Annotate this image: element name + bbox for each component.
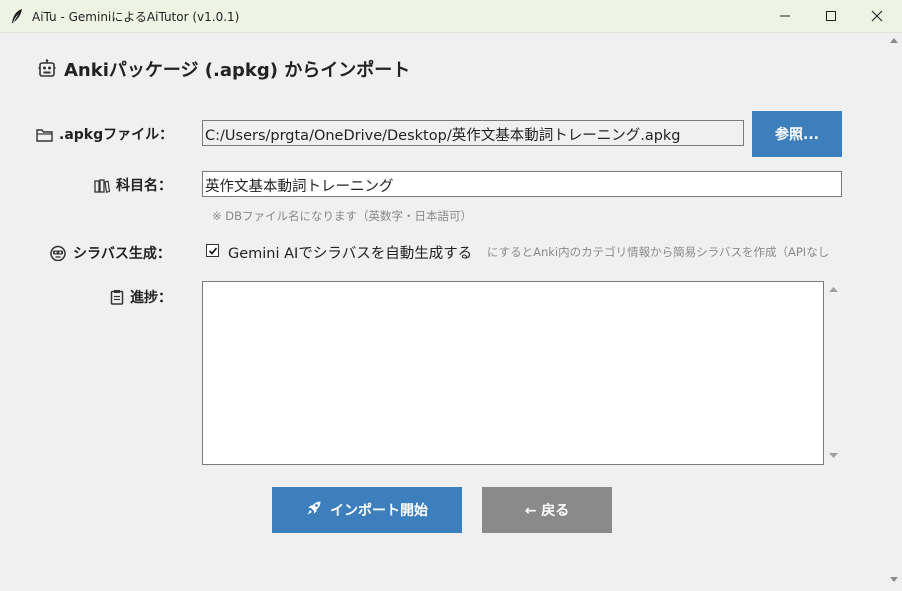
checkmark-icon (208, 247, 218, 255)
scroll-down-arrow-icon[interactable] (829, 453, 838, 459)
subject-label-text: 科目名： (116, 178, 172, 194)
maximize-button[interactable] (808, 0, 854, 32)
start-import-button[interactable]: インポート開始 (272, 487, 462, 533)
feather-icon (10, 8, 24, 24)
start-import-label: インポート開始 (330, 503, 428, 519)
page-title-text: Ankiパッケージ (.apkg) からインポート (64, 60, 411, 81)
folder-icon (36, 128, 53, 146)
subject-hint: ※ DBファイル名になります（英数字・日本語可） (212, 209, 473, 223)
file-label: .apkgファイル： (36, 124, 173, 146)
auto-syllabus-checkbox[interactable] (206, 244, 219, 257)
browse-button[interactable]: 参照... (752, 111, 842, 157)
robot-icon (38, 59, 56, 79)
window-scrollbar[interactable] (886, 33, 902, 591)
title-bar: AiTu - GeminiによるAiTutor (v1.0.1) (0, 0, 902, 33)
progress-scrollbar[interactable] (826, 281, 842, 465)
scroll-down-arrow-icon[interactable] (890, 577, 898, 583)
window-title: AiTu - GeminiによるAiTutor (v1.0.1) (32, 10, 240, 24)
subject-name-input[interactable]: 英作文基本動詞トレーニング (202, 171, 842, 197)
progress-log-textarea[interactable] (202, 281, 824, 465)
scroll-up-arrow-icon[interactable] (890, 37, 898, 43)
rocket-icon (306, 500, 322, 520)
clipboard-icon (110, 289, 124, 309)
auto-syllabus-checkbox-label[interactable]: Gemini AIでシラバスを自動生成する (228, 242, 472, 263)
close-icon (871, 10, 883, 22)
file-label-text: .apkgファイル： (59, 127, 174, 143)
scroll-up-arrow-icon[interactable] (829, 286, 838, 292)
minimize-button[interactable] (762, 0, 808, 32)
progress-label-text: 進捗： (130, 290, 172, 306)
page-title: Ankiパッケージ (.apkg) からインポート (38, 56, 411, 81)
syllabus-label: シラバス生成： (49, 243, 171, 265)
minimize-icon (780, 15, 790, 17)
syllabus-note: にするとAnki内のカテゴリ情報から簡易シラバスを作成（APIなし (487, 245, 830, 259)
maximize-icon (826, 11, 836, 21)
robot-face-icon (49, 245, 67, 265)
back-button[interactable]: ← 戻る (482, 487, 612, 533)
books-icon (94, 179, 111, 197)
close-button[interactable] (854, 0, 900, 32)
apkg-file-path-field[interactable]: C:/Users/prgta/OneDrive/Desktop/英作文基本動詞ト… (202, 120, 744, 146)
syllabus-label-text: シラバス生成： (73, 246, 171, 262)
subject-label: 科目名： (94, 175, 172, 197)
progress-label: 進捗： (110, 287, 172, 309)
